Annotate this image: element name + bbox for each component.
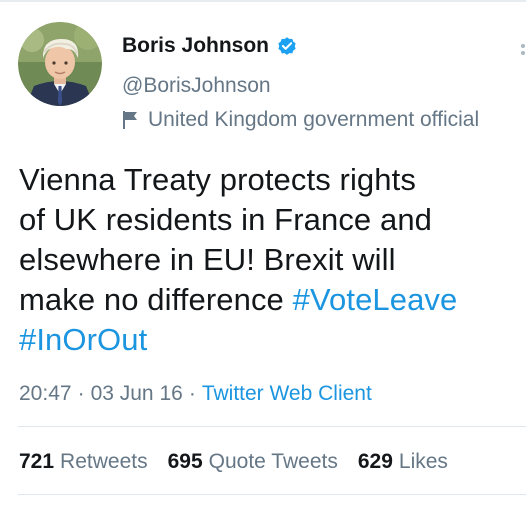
divider	[18, 426, 526, 427]
separator: ·	[188, 382, 196, 405]
tweet-time[interactable]: 20:47	[19, 382, 72, 405]
quote-tweets-count: 695	[167, 450, 203, 473]
retweets-label: Retweets	[60, 450, 148, 473]
government-label-text: United Kingdom government official	[148, 108, 480, 131]
author-display-name[interactable]: Boris Johnson	[122, 34, 269, 58]
hashtag-link[interactable]: #VoteLeave	[293, 282, 458, 317]
quote-tweets-label: Quote Tweets	[208, 450, 338, 473]
divider	[18, 494, 526, 495]
tweet-metadata: 20:47 · 03 Jun 16 · Twitter Web Client	[19, 382, 372, 406]
likes-count: 629	[357, 450, 393, 473]
tweet-text-line: make no difference #VoteLeave	[19, 280, 519, 320]
top-divider	[0, 0, 526, 2]
avatar[interactable]	[18, 22, 102, 106]
likes-stat[interactable]: 629 Likes	[358, 450, 448, 474]
tweet-card: Boris Johnson @BorisJohnson United Kingd…	[0, 0, 526, 506]
author-handle[interactable]: @BorisJohnson	[122, 74, 271, 98]
separator: ·	[77, 382, 85, 405]
tweet-text-segment: make no difference	[19, 282, 293, 317]
quote-tweets-stat[interactable]: 695 Quote Tweets	[168, 450, 338, 474]
retweets-stat[interactable]: 721 Retweets	[19, 450, 148, 474]
tweet-text-line: of UK residents in France and	[19, 202, 432, 237]
tweet-text-line: Vienna Treaty protects rights	[19, 162, 416, 197]
hashtag-link[interactable]: #InOrOut	[19, 322, 147, 357]
engagement-stats: 721 Retweets 695 Quote Tweets 629 Likes	[19, 450, 448, 474]
government-label: United Kingdom government official	[122, 108, 479, 132]
retweets-count: 721	[19, 450, 55, 473]
client-link[interactable]: Twitter Web Client	[202, 382, 372, 405]
tweet-text: Vienna Treaty protects rights of UK resi…	[19, 160, 519, 360]
verified-badge-icon	[278, 37, 296, 55]
tweet-text-line: elsewhere in EU! Brexit will	[19, 242, 396, 277]
flag-icon	[123, 111, 137, 129]
tweet-date[interactable]: 03 Jun 16	[91, 382, 183, 405]
tweet-text-line: #InOrOut	[19, 320, 519, 360]
author-name-row: Boris Johnson	[122, 34, 298, 58]
person-portrait-icon	[18, 22, 102, 106]
more-options-icon[interactable]	[510, 40, 526, 70]
likes-label: Likes	[398, 450, 448, 473]
